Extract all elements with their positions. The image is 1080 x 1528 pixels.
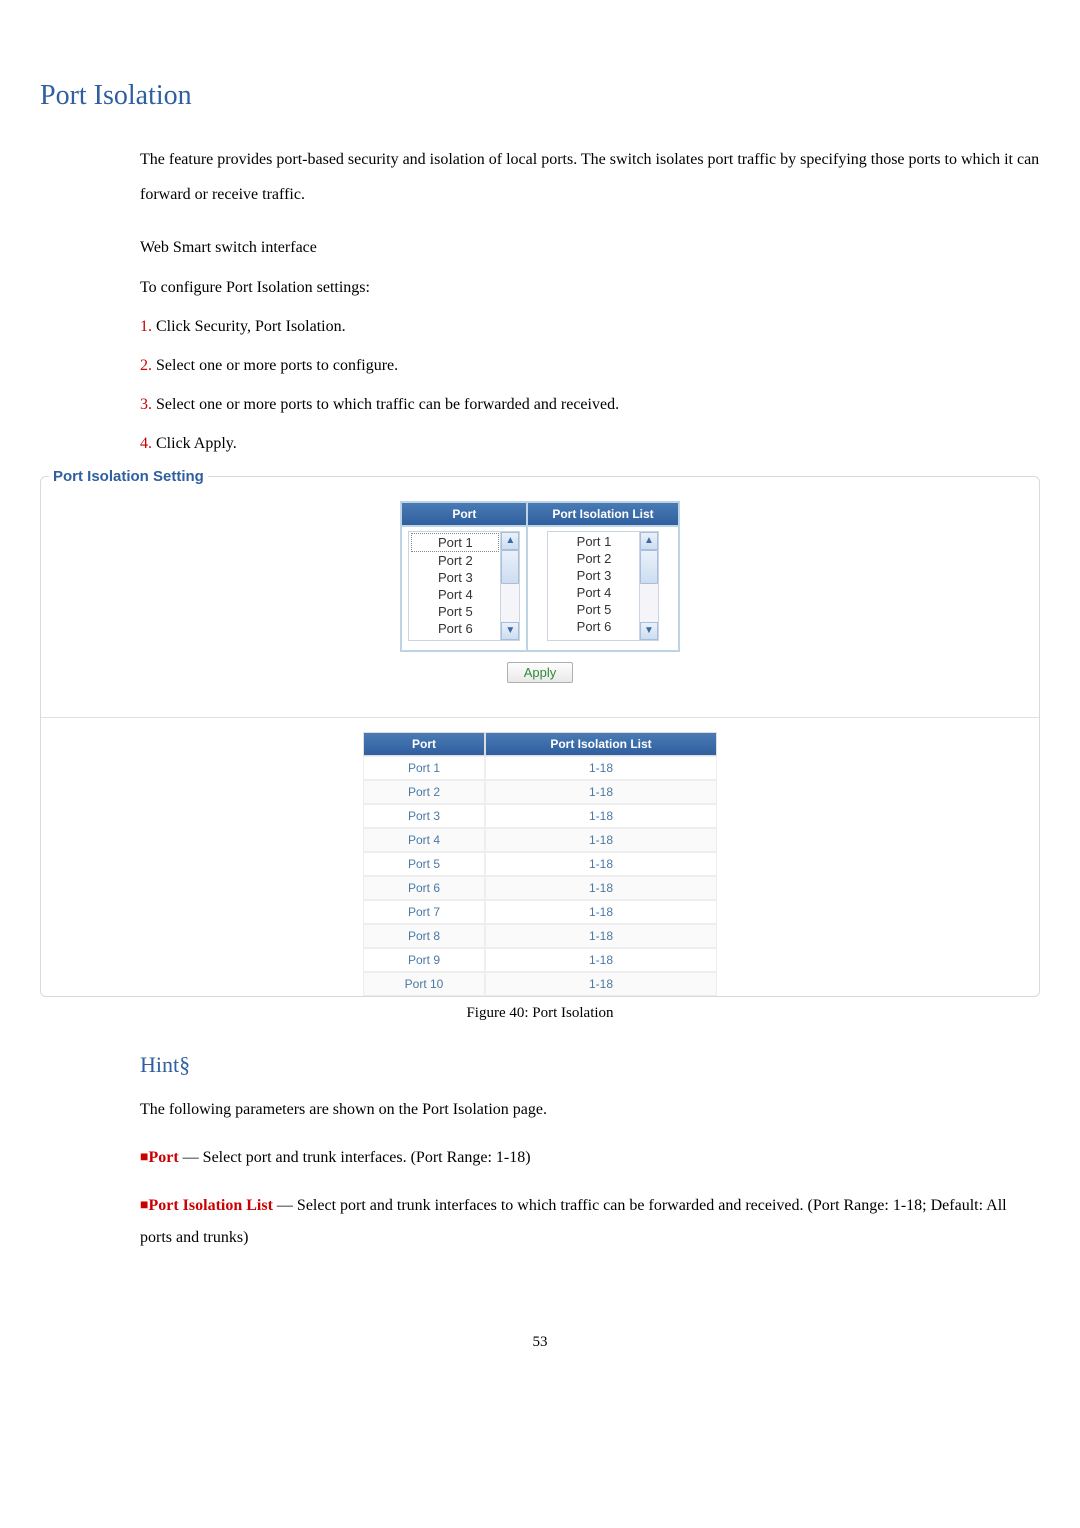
fieldset-legend: Port Isolation Setting (49, 468, 208, 485)
cell-port: Port 6 (363, 876, 485, 900)
table-row: Port 101-18 (363, 972, 717, 996)
port-listbox[interactable]: Port 1 Port 2 Port 3 Port 4 Port 5 Port … (408, 531, 520, 641)
port-select-table: Port Port Isolation List Port 1 Port 2 P… (400, 501, 679, 652)
step-num: 1. (140, 318, 152, 335)
cell-port: Port 7 (363, 900, 485, 924)
step-text: Select one or more ports to configure. (152, 357, 398, 374)
cell-port: Port 5 (363, 852, 485, 876)
list-item[interactable]: Port 4 (550, 584, 638, 601)
config-line: To configure Port Isolation settings: (140, 270, 1040, 305)
hint-item: ■Port — Select port and trunk interfaces… (140, 1142, 1040, 1174)
port-isolation-fieldset: Port Isolation Setting Port Port Isolati… (40, 468, 1040, 997)
hint-item: ■Port Isolation List — Select port and t… (140, 1190, 1040, 1254)
step-text: Click Security, Port Isolation. (152, 318, 346, 335)
step-3: 3. Select one or more ports to which tra… (140, 387, 1040, 422)
figure-caption: Figure 40: Port Isolation (40, 1005, 1040, 1022)
result-header-port: Port (363, 732, 485, 756)
cell-port: Port 8 (363, 924, 485, 948)
cell-port: Port 1 (363, 756, 485, 780)
scrollbar[interactable]: ▲ ▼ (639, 532, 658, 640)
scroll-down-icon[interactable]: ▼ (501, 622, 519, 640)
table-row: Port 11-18 (363, 756, 717, 780)
list-item[interactable]: Port 3 (411, 569, 499, 586)
step-2: 2. Select one or more ports to configure… (140, 348, 1040, 383)
hint-intro: The following parameters are shown on th… (140, 1094, 1040, 1126)
step-num: 3. (140, 396, 152, 413)
apply-button[interactable]: Apply (507, 662, 574, 683)
port-isolation-result-table: Port Port Isolation List Port 11-18 Port… (363, 732, 717, 996)
table-row: Port 81-18 (363, 924, 717, 948)
hint-term: Port Isolation List (148, 1197, 272, 1214)
table-row: Port 61-18 (363, 876, 717, 900)
cell-iso: 1-18 (485, 828, 717, 852)
table-row: Port 41-18 (363, 828, 717, 852)
cell-iso: 1-18 (485, 972, 717, 996)
scroll-thumb[interactable] (640, 550, 658, 584)
cell-iso: 1-18 (485, 780, 717, 804)
cell-iso: 1-18 (485, 852, 717, 876)
list-item[interactable]: Port 5 (411, 603, 499, 620)
hint-term: Port (148, 1149, 178, 1166)
cell-port: Port 4 (363, 828, 485, 852)
table-row: Port 71-18 (363, 900, 717, 924)
scroll-up-icon[interactable]: ▲ (640, 532, 658, 550)
cell-port: Port 3 (363, 804, 485, 828)
list-item[interactable]: Port 6 (411, 620, 499, 637)
list-item[interactable]: Port 1 (411, 533, 499, 552)
scrollbar[interactable]: ▲ ▼ (500, 532, 519, 640)
isolation-listbox[interactable]: Port 1 Port 2 Port 3 Port 4 Port 5 Port … (547, 531, 659, 641)
scroll-thumb[interactable] (501, 550, 519, 584)
hint-body: The following parameters are shown on th… (140, 1094, 1040, 1254)
cell-port: Port 2 (363, 780, 485, 804)
scroll-down-icon[interactable]: ▼ (640, 622, 658, 640)
hint-heading: Hint§ (140, 1052, 1040, 1078)
step-text: Select one or more ports to which traffi… (152, 396, 619, 413)
step-1: 1. Click Security, Port Isolation. (140, 309, 1040, 344)
list-item[interactable]: Port 2 (411, 552, 499, 569)
divider (41, 717, 1039, 718)
step-text: Click Apply. (152, 435, 237, 452)
list-item[interactable]: Port 4 (411, 586, 499, 603)
table-row: Port 31-18 (363, 804, 717, 828)
cell-iso: 1-18 (485, 900, 717, 924)
web-interface-line: Web Smart switch interface (140, 230, 1040, 265)
step-num: 2. (140, 357, 152, 374)
scroll-up-icon[interactable]: ▲ (501, 532, 519, 550)
port-column-header: Port (401, 502, 527, 526)
list-item[interactable]: Port 3 (550, 567, 638, 584)
list-item[interactable]: Port 5 (550, 601, 638, 618)
cell-iso: 1-18 (485, 876, 717, 900)
cell-iso: 1-18 (485, 924, 717, 948)
cell-iso: 1-18 (485, 804, 717, 828)
list-item[interactable]: Port 2 (550, 550, 638, 567)
cell-iso: 1-18 (485, 948, 717, 972)
intro-block: The feature provides port-based security… (140, 142, 1040, 462)
page-title: Port Isolation (40, 80, 1040, 112)
list-item[interactable]: Port 1 (550, 533, 638, 550)
list-item[interactable]: Port 6 (550, 618, 638, 635)
table-row: Port 91-18 (363, 948, 717, 972)
step-num: 4. (140, 435, 152, 452)
page-number: 53 (40, 1334, 1040, 1351)
hint-desc: — Select port and trunk interfaces. (Por… (179, 1149, 531, 1166)
step-4: 4. Click Apply. (140, 426, 1040, 461)
result-header-iso: Port Isolation List (485, 732, 717, 756)
cell-port: Port 9 (363, 948, 485, 972)
table-row: Port 51-18 (363, 852, 717, 876)
cell-port: Port 10 (363, 972, 485, 996)
intro-paragraph: The feature provides port-based security… (140, 142, 1040, 212)
cell-iso: 1-18 (485, 756, 717, 780)
table-row: Port 21-18 (363, 780, 717, 804)
isolation-column-header: Port Isolation List (527, 502, 678, 526)
